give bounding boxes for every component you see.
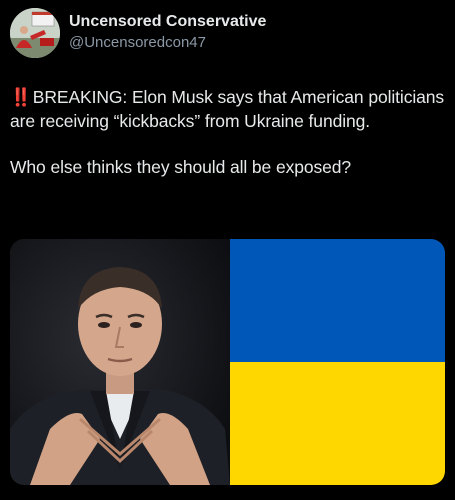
post-paragraph-1: ‼️ BREAKING: Elon Musk says that American… [10,86,450,133]
post-text: ‼️ BREAKING: Elon Musk says that American… [10,86,450,180]
author-block: Uncensored Conservative @Uncensoredcon47 [69,12,266,54]
post-media[interactable] [10,239,445,485]
ukraine-flag [230,239,445,485]
post-paragraph-2: Who else thinks they should all be expos… [10,157,352,177]
flag-blue-stripe [230,239,445,362]
flag-yellow-stripe [230,362,445,485]
double-exclamation-icon: ‼️ [10,87,32,107]
post-paragraph-1-text: BREAKING: Elon Musk says that American p… [10,87,445,131]
author-display-name[interactable]: Uncensored Conservative [69,12,266,32]
avatar[interactable] [10,8,60,58]
author-handle[interactable]: @Uncensoredcon47 [69,32,266,54]
tweet: Uncensored Conservative @Uncensoredcon47… [0,0,455,500]
media-photo[interactable] [10,239,230,485]
